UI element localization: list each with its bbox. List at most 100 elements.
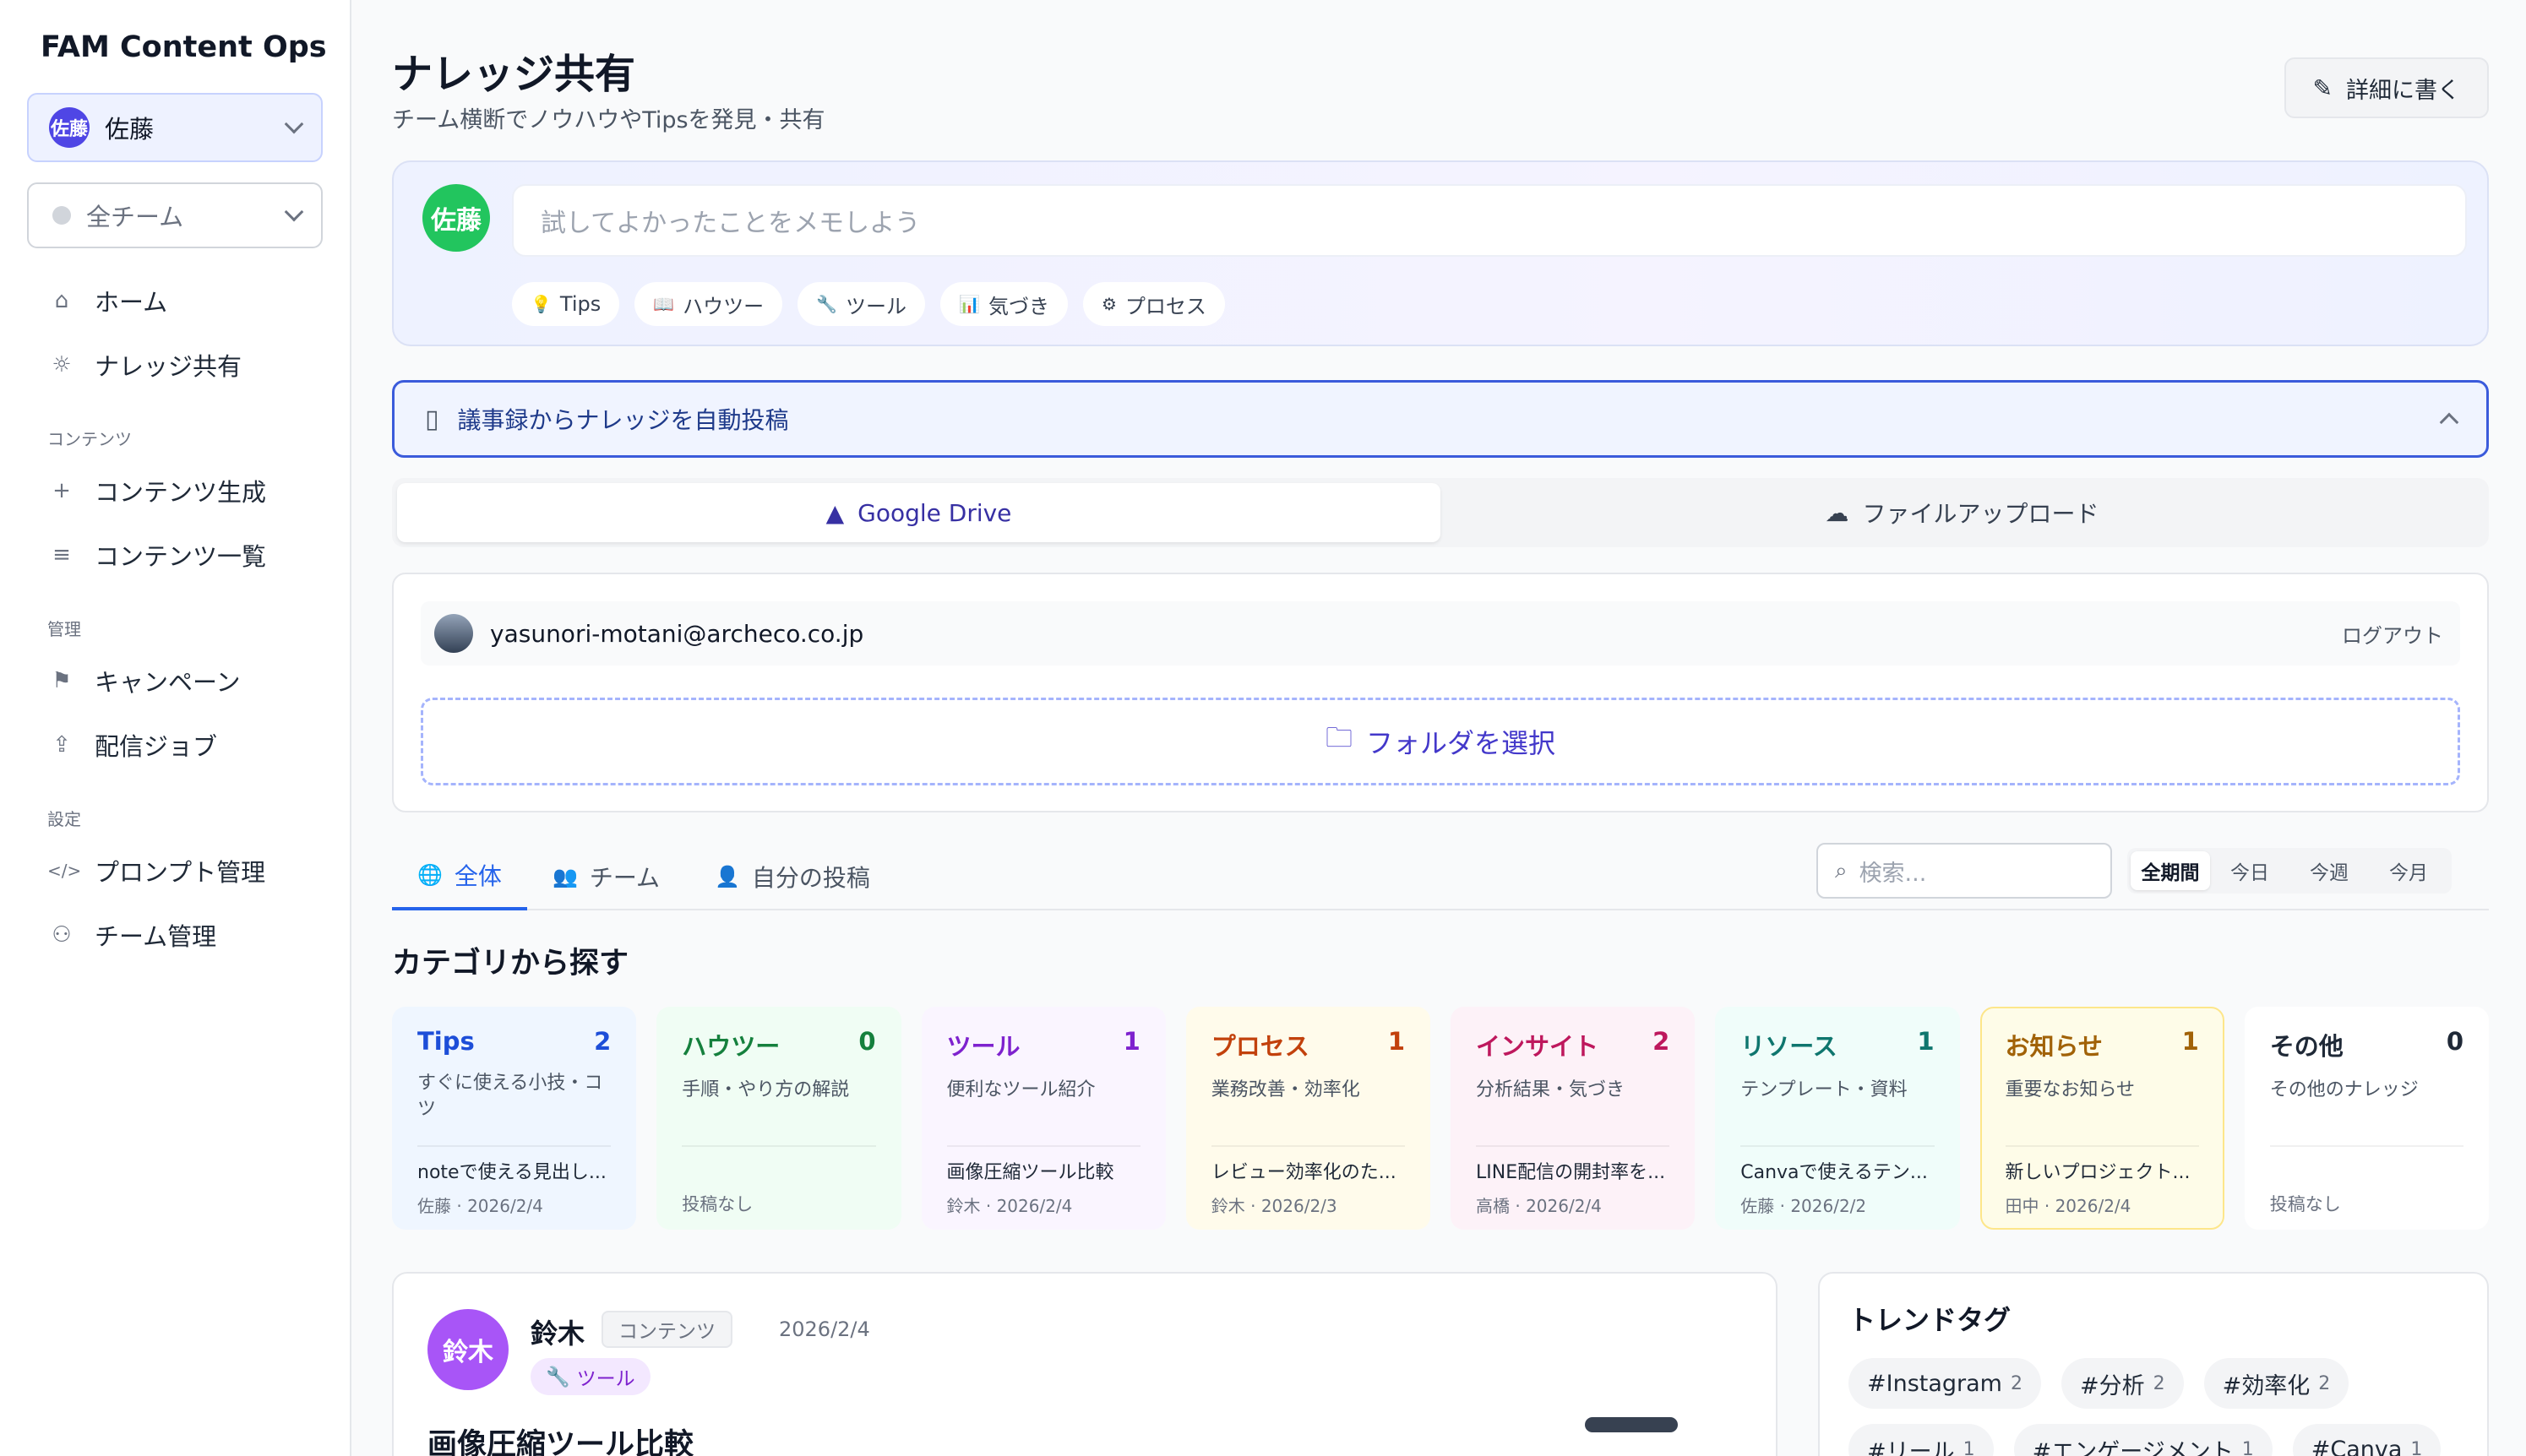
- category-name: インサイト: [1476, 1032, 1599, 1061]
- sidebar-item-campaign[interactable]: ⚑ キャンペーン: [27, 649, 323, 713]
- category-recent-post[interactable]: Canvaで使えるテン...: [1740, 1157, 1934, 1184]
- sidebar-item-label: キャンペーン: [95, 668, 241, 697]
- category-name: お知らせ: [2005, 1032, 2103, 1061]
- category-card[interactable]: ツール 1 便利なツール紹介 画像圧縮ツール比較 鈴木 · 2026/2/4: [921, 1007, 1166, 1230]
- tab-my-posts[interactable]: 👤 自分の投稿: [689, 843, 896, 910]
- category-description: その他のナレッジ: [2269, 1079, 2419, 1100]
- write-detail-label: 詳細に書く: [2346, 77, 2460, 104]
- select-folder-button[interactable]: 🗀 フォルダを選択: [421, 698, 2460, 785]
- category-description: すぐに使える小技・コツ: [417, 1073, 603, 1120]
- trend-tag[interactable]: #Instagram 2: [1848, 1358, 2041, 1409]
- category-recent-post[interactable]: 画像圧縮ツール比較: [947, 1157, 1141, 1184]
- category-name: ツール: [946, 1032, 1021, 1061]
- trend-tag-label: #効率化: [2222, 1372, 2311, 1399]
- avatar: 佐藤: [422, 184, 490, 252]
- category-card[interactable]: プロセス 1 業務改善・効率化 レビュー効率化のた... 鈴木 · 2026/2…: [1185, 1007, 1430, 1230]
- sidebar-item-delivery-jobs[interactable]: ⇪ 配信ジョブ: [27, 713, 323, 777]
- category-recent-meta: 佐藤 · 2026/2/2: [1740, 1196, 1867, 1216]
- chip-process[interactable]: ⚙ プロセス: [1082, 282, 1225, 326]
- chip-howto[interactable]: 📖 ハウツー: [634, 282, 783, 326]
- gear-icon: ⚙: [1101, 294, 1117, 314]
- period-week[interactable]: 今週: [2289, 851, 2369, 890]
- auto-post-toggle[interactable]: ▯ 議事録からナレッジを自動投稿: [392, 380, 2489, 458]
- sidebar-item-prompts[interactable]: </> プロンプト管理: [27, 839, 323, 903]
- search-input[interactable]: ⌕ 検索...: [1816, 843, 2112, 899]
- sidebar-item-label: チーム管理: [95, 922, 217, 951]
- scroll-handle[interactable]: [1585, 1417, 1678, 1432]
- chip-tips[interactable]: 💡 Tips: [512, 282, 620, 326]
- post-card[interactable]: 鈴木 鈴木 コンテンツ 2026/2/4 🔧 ツール 画像圧縮ツール比較: [392, 1272, 1777, 1456]
- user-selector[interactable]: 佐藤 佐藤: [27, 93, 323, 162]
- sidebar-item-label: コンテンツ生成: [95, 478, 267, 507]
- category-card[interactable]: インサイト 2 分析結果・気づき LINE配信の開封率を... 高橋 · 202…: [1451, 1007, 1696, 1230]
- google-drive-icon: ▲: [825, 498, 845, 527]
- chip-label: プロセス: [1124, 294, 1206, 318]
- tab-team[interactable]: 👥 チーム: [527, 843, 685, 910]
- sidebar-item-content-generate[interactable]: + コンテンツ生成: [27, 459, 323, 523]
- categories-heading: カテゴリから探す: [392, 947, 629, 981]
- category-description: 分析結果・気づき: [1476, 1079, 1625, 1100]
- category-card-header: お知らせ 1: [2006, 1027, 2199, 1062]
- trend-tag-label: #Canva: [2311, 1436, 2403, 1456]
- category-recent-meta: 鈴木 · 2026/2/3: [1211, 1196, 1337, 1216]
- category-recent-post[interactable]: LINE配信の開封率を...: [1476, 1157, 1669, 1184]
- category-card-header: その他 0: [2270, 1027, 2463, 1062]
- category-recent-post[interactable]: レビュー効率化のた...: [1211, 1157, 1405, 1184]
- chevron-up-icon: [2439, 412, 2459, 432]
- memo-input[interactable]: 試してよかったことをメモしよう: [512, 184, 2467, 257]
- sidebar-item-team-management[interactable]: ⚇ チーム管理: [27, 903, 323, 967]
- trend-tag-label: #Instagram: [1867, 1370, 2002, 1397]
- category-card[interactable]: リソース 1 テンプレート・資料 Canvaで使えるテン... 佐藤 · 202…: [1715, 1007, 1960, 1230]
- team-selector-label: 全チーム: [86, 203, 184, 231]
- category-recent-post[interactable]: noteで使える見出し...: [417, 1157, 611, 1184]
- chip-insight[interactable]: 📊 気づき: [940, 282, 1068, 326]
- post-date: 2026/2/4: [779, 1317, 870, 1341]
- logout-link[interactable]: ログアウト: [2342, 619, 2443, 649]
- tab-file-upload[interactable]: ☁ ファイルアップロード: [1440, 483, 2484, 542]
- period-all[interactable]: 全期間: [2131, 851, 2210, 890]
- trend-tag-count: 2: [2153, 1372, 2165, 1394]
- category-card[interactable]: Tips 2 すぐに使える小技・コツ noteで使える見出し... 佐藤 · 2…: [392, 1007, 637, 1230]
- sidebar-item-home[interactable]: ⌂ ホーム: [27, 269, 323, 333]
- tab-all[interactable]: 🌐 全体: [392, 843, 527, 910]
- select-folder-label: フォルダを選択: [1366, 727, 1556, 759]
- sidebar-section-title: 管理: [47, 619, 81, 639]
- category-count: 2: [594, 1027, 612, 1056]
- tab-google-drive[interactable]: ▲ Google Drive: [397, 483, 1440, 542]
- trend-tag[interactable]: #エンゲージメント 1: [2013, 1424, 2273, 1456]
- trend-tag[interactable]: #Canva 1: [2292, 1424, 2442, 1456]
- trend-tag-count: 2: [2318, 1372, 2331, 1394]
- period-today[interactable]: 今日: [2210, 851, 2289, 890]
- sidebar-item-label: プロンプト管理: [95, 858, 266, 887]
- chip-tools[interactable]: 🔧 ツール: [798, 282, 926, 326]
- sidebar-item-knowledge[interactable]: ☼ ナレッジ共有: [27, 333, 323, 397]
- category-recent-post[interactable]: 新しいプロジェクト...: [2006, 1157, 2199, 1184]
- post-source-badge: コンテンツ: [602, 1311, 732, 1348]
- trend-tag[interactable]: #分析 2: [2061, 1358, 2184, 1409]
- trend-tag[interactable]: #効率化 2: [2203, 1358, 2349, 1409]
- category-card[interactable]: ハウツー 0 手順・やり方の解説 投稿なし: [656, 1007, 901, 1230]
- team-selector[interactable]: 全チーム: [27, 182, 323, 248]
- category-card[interactable]: お知らせ 1 重要なお知らせ 新しいプロジェクト... 田中 · 2026/2/…: [1979, 1007, 2224, 1230]
- list-icon: ≡: [52, 542, 71, 568]
- category-recent: 投稿なし: [682, 1145, 876, 1216]
- category-count: 1: [1387, 1027, 1405, 1056]
- wrench-icon: 🔧: [546, 1366, 570, 1388]
- category-count: 0: [2446, 1027, 2463, 1056]
- sidebar-item-content-list[interactable]: ≡ コンテンツ一覧: [27, 523, 323, 587]
- lightbulb-icon: 💡: [531, 294, 552, 314]
- category-empty: 投稿なし: [682, 1194, 754, 1214]
- globe-icon: 🌐: [417, 863, 443, 887]
- period-month[interactable]: 今月: [2369, 851, 2448, 890]
- post-category-tag[interactable]: 🔧 ツール: [531, 1358, 651, 1395]
- page-subtitle: チーム横断でノウハウやTipsを発見・共有: [392, 107, 825, 133]
- write-detail-button[interactable]: ✎ 詳細に書く: [2284, 57, 2489, 118]
- chip-label: ツール: [846, 294, 907, 318]
- category-card[interactable]: その他 0 その他のナレッジ 投稿なし: [2244, 1007, 2489, 1230]
- category-description: 手順・やり方の解説: [682, 1079, 850, 1100]
- sidebar-nav: ⌂ ホーム ☼ ナレッジ共有 コンテンツ + コンテンツ生成 ≡ コンテンツ一覧…: [27, 269, 323, 967]
- category-recent: 画像圧縮ツール比較 鈴木 · 2026/2/4: [946, 1145, 1141, 1217]
- category-name: その他: [2269, 1032, 2344, 1061]
- trend-tag[interactable]: #リール 1: [1848, 1424, 1994, 1456]
- trend-tags-card: トレンドタグ #Instagram 2 #分析 2 #効率化 2 #リール 1 #エンゲージメン…: [1818, 1272, 2489, 1456]
